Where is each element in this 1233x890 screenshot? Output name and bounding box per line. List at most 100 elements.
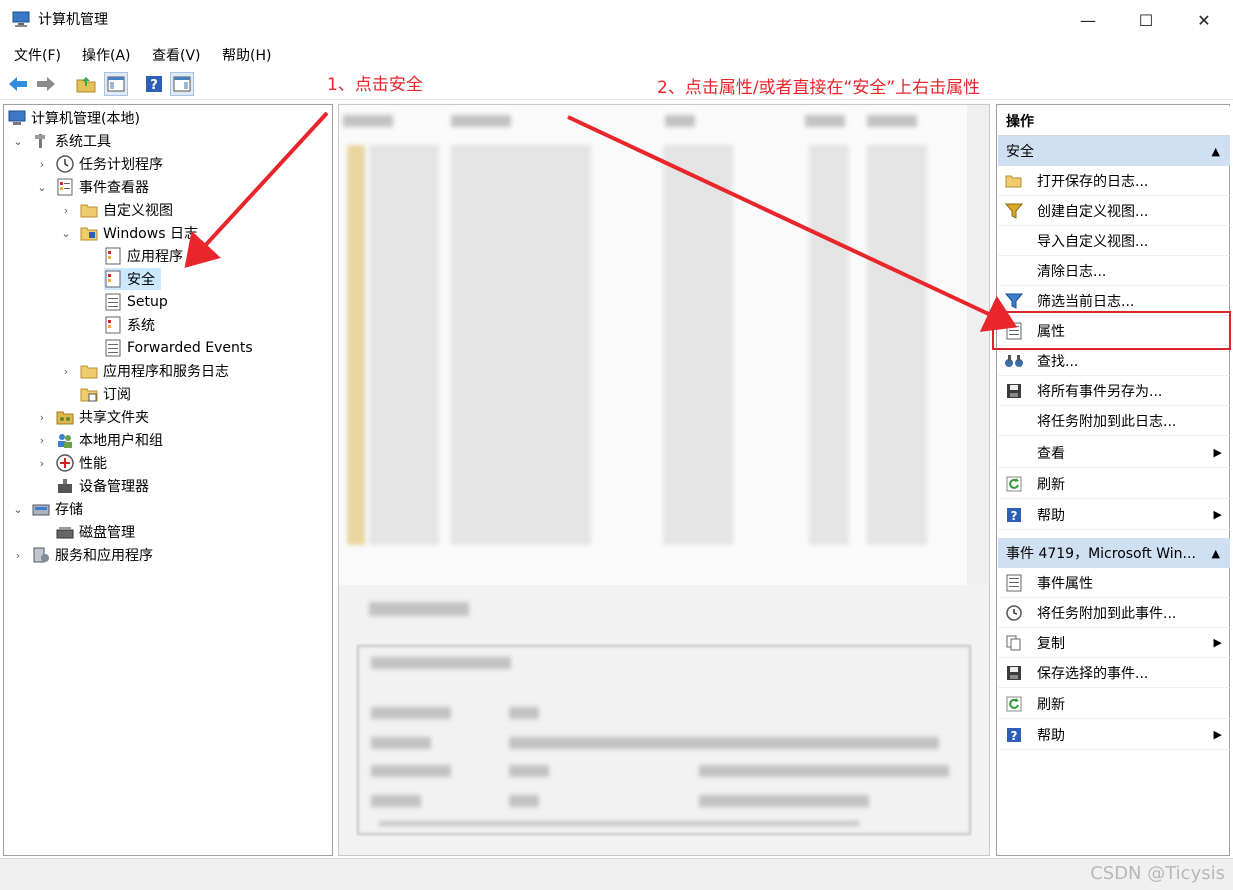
tree-item-root[interactable]: 计算机管理(本地) xyxy=(8,107,140,129)
tree-item-application-log[interactable]: 应用程序 xyxy=(104,245,183,267)
collapse-chevron-icon[interactable]: ⌄ xyxy=(36,176,48,198)
tree-item-local-users[interactable]: 本地用户和组 xyxy=(56,429,163,451)
expand-chevron-icon[interactable]: › xyxy=(36,429,48,451)
tree-item-shared-folders[interactable]: 共享文件夹 xyxy=(56,406,149,428)
collapse-chevron-icon[interactable]: ⌄ xyxy=(60,222,72,244)
action-help[interactable]: ? 帮助 ▶ xyxy=(998,500,1230,530)
tree-item-label: Forwarded Events xyxy=(127,340,253,356)
menu-help[interactable]: 帮助(H) xyxy=(222,45,271,65)
action-clear-log[interactable]: 清除日志... xyxy=(998,256,1230,286)
menu-file[interactable]: 文件(F) xyxy=(14,45,61,65)
computer-management-window: 计算机管理 — ☐ ✕ 文件(F) 操作(A) 查看(V) 帮助(H) ? 计算… xyxy=(0,0,1233,890)
show-hide-action-pane-icon[interactable] xyxy=(170,72,194,96)
action-view[interactable]: 查看 ▶ xyxy=(998,438,1230,468)
action-save-all-events[interactable]: 将所有事件另存为... xyxy=(998,376,1230,406)
task-clock-icon xyxy=(1004,603,1024,623)
tree-item-label: 安全 xyxy=(127,272,155,288)
submenu-arrow-icon: ▶ xyxy=(1213,508,1222,521)
action-import-custom-view[interactable]: 导入自定义视图... xyxy=(998,226,1230,256)
folder-icon xyxy=(80,227,98,241)
action-open-saved-log[interactable]: 打开保存的日志... xyxy=(998,166,1230,196)
properties-icon xyxy=(1004,573,1024,593)
tree-item-forwarded-events[interactable]: Forwarded Events xyxy=(104,337,253,359)
back-arrow-icon[interactable] xyxy=(6,72,30,96)
tree-item-disk-management[interactable]: 磁盘管理 xyxy=(56,521,135,543)
menu-view[interactable]: 查看(V) xyxy=(152,45,201,65)
action-attach-task-to-event[interactable]: 将任务附加到此事件... xyxy=(998,598,1230,628)
tree-item-label: 事件查看器 xyxy=(79,180,149,196)
tree-item-device-manager[interactable]: 设备管理器 xyxy=(56,475,149,497)
action-help-event[interactable]: ? 帮助 ▶ xyxy=(998,720,1230,750)
expand-chevron-icon[interactable]: › xyxy=(36,406,48,428)
services-icon xyxy=(33,547,49,563)
annotation-step2: 2、点击属性/或者直接在“安全”上右击属性 xyxy=(657,78,981,98)
actions-title: 操作 xyxy=(998,106,1230,136)
expand-chevron-icon[interactable]: › xyxy=(36,153,48,175)
expand-chevron-icon[interactable]: › xyxy=(60,360,72,382)
svg-text:?: ? xyxy=(150,78,158,93)
tree-item-app-service-logs[interactable]: 应用程序和服务日志 xyxy=(80,360,229,382)
action-find[interactable]: 查找... xyxy=(998,346,1230,376)
section-security[interactable]: 安全 ▲ xyxy=(998,136,1230,166)
tree-item-label: 存储 xyxy=(55,502,83,518)
expand-chevron-icon[interactable]: › xyxy=(12,544,24,566)
section-title: 事件 4719，Microsoft Win... xyxy=(1006,546,1196,562)
collapse-chevron-icon[interactable]: ⌄ xyxy=(12,130,24,152)
tree-item-label: 性能 xyxy=(79,456,107,472)
collapse-triangle-icon[interactable]: ▲ xyxy=(1212,145,1220,158)
action-copy[interactable]: 复制 ▶ xyxy=(998,628,1230,658)
tree-item-task-scheduler[interactable]: 任务计划程序 xyxy=(56,153,163,175)
tree-item-windows-logs[interactable]: Windows 日志 xyxy=(80,222,198,244)
collapse-triangle-icon[interactable]: ▲ xyxy=(1212,547,1220,560)
up-folder-icon[interactable] xyxy=(74,72,98,96)
tree-item-services-apps[interactable]: 服务和应用程序 xyxy=(32,544,153,566)
tree-item-storage[interactable]: 存储 xyxy=(32,498,83,520)
tree-item-label: 共享文件夹 xyxy=(79,410,149,426)
help-icon[interactable]: ? xyxy=(142,72,166,96)
minimize-button[interactable]: — xyxy=(1059,0,1117,40)
menu-action[interactable]: 操作(A) xyxy=(82,45,131,65)
tree-item-setup-log[interactable]: Setup xyxy=(104,291,168,313)
tree-item-system-log[interactable]: 系统 xyxy=(104,314,155,336)
forward-arrow-icon[interactable] xyxy=(34,72,58,96)
section-event[interactable]: 事件 4719，Microsoft Win... ▲ xyxy=(998,538,1230,568)
subscription-icon xyxy=(80,388,98,402)
tree-item-system-tools[interactable]: 系统工具 xyxy=(32,130,111,152)
expand-chevron-icon[interactable]: › xyxy=(60,199,72,221)
tree-item-label: 订阅 xyxy=(103,387,131,403)
scrollbar[interactable] xyxy=(967,105,989,585)
tree-item-label: 计算机管理(本地) xyxy=(31,111,140,127)
maximize-button[interactable]: ☐ xyxy=(1117,0,1175,40)
action-save-selected-events[interactable]: 保存选择的事件... xyxy=(998,658,1230,688)
collapse-chevron-icon[interactable]: ⌄ xyxy=(12,498,24,520)
tree-item-performance[interactable]: 性能 xyxy=(56,452,107,474)
tree-item-label: 应用程序 xyxy=(127,249,183,265)
computer-management-icon xyxy=(8,110,26,125)
tree-item-label: 自定义视图 xyxy=(103,203,173,219)
tree-item-custom-views[interactable]: 自定义视图 xyxy=(80,199,173,221)
help-icon: ? xyxy=(1004,725,1024,745)
tree-item-label: Setup xyxy=(127,294,168,310)
submenu-arrow-icon: ▶ xyxy=(1213,728,1222,741)
action-label: 复制 xyxy=(1037,635,1065,652)
action-event-properties[interactable]: 事件属性 xyxy=(998,568,1230,598)
tree-item-label: 本地用户和组 xyxy=(79,433,163,449)
folder-icon xyxy=(80,204,98,218)
watermark: CSDN @Ticysis xyxy=(1090,863,1225,884)
tree-item-event-viewer[interactable]: 事件查看器 xyxy=(56,176,149,198)
action-refresh-event[interactable]: 刷新 xyxy=(998,689,1230,719)
expand-chevron-icon[interactable]: › xyxy=(36,452,48,474)
window-title: 计算机管理 xyxy=(38,12,108,28)
log-icon xyxy=(105,270,121,288)
show-hide-tree-icon[interactable] xyxy=(104,72,128,96)
action-attach-task-to-log[interactable]: 将任务附加到此日志... xyxy=(998,406,1230,436)
tree-item-subscriptions[interactable]: 订阅 xyxy=(80,383,131,405)
action-refresh[interactable]: 刷新 xyxy=(998,469,1230,499)
action-create-custom-view[interactable]: 创建自定义视图... xyxy=(998,196,1230,226)
svg-text:?: ? xyxy=(1011,729,1018,743)
tree-item-security-log[interactable]: 安全 xyxy=(104,268,161,290)
save-icon xyxy=(1004,381,1024,401)
event-list-pane xyxy=(338,104,990,856)
log-icon xyxy=(105,339,121,357)
close-button[interactable]: ✕ xyxy=(1175,0,1233,40)
